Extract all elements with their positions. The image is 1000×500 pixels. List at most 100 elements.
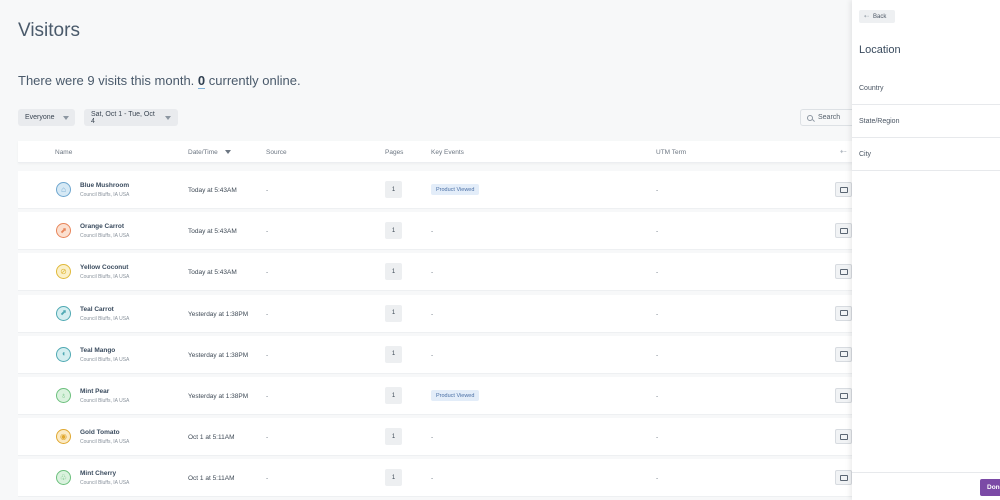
visit-source: - bbox=[266, 475, 269, 483]
column-header-date[interactable]: Date/Time bbox=[188, 149, 231, 156]
visit-datetime: Oct 1 at 5:11AM bbox=[188, 475, 235, 483]
coconut-icon: ⊘ bbox=[56, 264, 71, 280]
arrow-left-icon[interactable]: ⇠ bbox=[840, 147, 847, 156]
page-count: 1 bbox=[385, 263, 402, 281]
visit-datetime: Today at 5:43AM bbox=[188, 187, 237, 194]
search-input[interactable]: Search bbox=[800, 109, 855, 126]
visitor-location: Council Bluffs, IA USA bbox=[80, 233, 130, 240]
summary-suffix: currently online. bbox=[208, 73, 301, 88]
id-card-icon bbox=[839, 227, 848, 234]
view-profile-button[interactable] bbox=[835, 264, 852, 280]
id-card-icon bbox=[839, 474, 848, 481]
utm-term: - bbox=[656, 310, 659, 318]
key-event-badge: Product Viewed bbox=[431, 184, 480, 195]
mushroom-icon: ⌂ bbox=[56, 182, 71, 197]
date-range-dropdown[interactable]: Sat, Oct 1 - Tue, Oct 4 bbox=[84, 109, 178, 126]
visitor-location: Council Bluffs, IA USA bbox=[80, 192, 130, 198]
id-card-icon bbox=[839, 268, 848, 275]
visitor-location: Council Bluffs, IA USA bbox=[80, 480, 130, 487]
panel-footer: Done bbox=[852, 472, 1000, 500]
back-button-label: Back bbox=[873, 13, 887, 20]
visit-source: - bbox=[266, 434, 269, 442]
online-count[interactable]: 0 bbox=[197, 73, 206, 89]
panel-item-state-region[interactable]: State/Region bbox=[852, 105, 1000, 138]
utm-term: - bbox=[656, 228, 659, 236]
page-count: 1 bbox=[385, 428, 402, 446]
key-event-badge: Product Viewed bbox=[431, 390, 480, 401]
page-count: 1 bbox=[385, 469, 402, 487]
arrow-left-icon: ⇠ bbox=[864, 14, 870, 20]
view-profile-button[interactable] bbox=[835, 223, 852, 239]
search-placeholder: Search bbox=[818, 114, 841, 121]
segment-filter-label: Everyone bbox=[25, 114, 55, 121]
panel-item-city[interactable]: City bbox=[852, 138, 1000, 171]
view-profile-button[interactable] bbox=[835, 182, 852, 197]
visitor-location: Council Bluffs, IA USA bbox=[80, 356, 130, 363]
page-title: Visitors bbox=[18, 20, 80, 41]
visitor-name[interactable]: Blue Mushroom bbox=[80, 182, 129, 189]
visitor-location: Council Bluffs, IA USA bbox=[80, 315, 130, 322]
panel-title: Location bbox=[859, 44, 901, 56]
utm-term: - bbox=[656, 187, 659, 194]
column-header-key-events[interactable]: Key Events bbox=[431, 149, 464, 156]
summary-prefix: There were 9 visits this month. bbox=[18, 73, 195, 88]
back-button[interactable]: ⇠ Back bbox=[859, 10, 895, 23]
visit-source: - bbox=[266, 310, 269, 318]
done-button[interactable]: Done bbox=[980, 479, 1000, 496]
utm-term: - bbox=[656, 269, 659, 277]
table-row[interactable]: ⊘ Yellow Coconut Council Bluffs, IA USA … bbox=[18, 253, 858, 292]
table-row[interactable]: ♁ Mint Pear Council Bluffs, IA USA Yeste… bbox=[18, 377, 858, 415]
utm-term: - bbox=[656, 475, 659, 483]
key-event: - bbox=[431, 351, 434, 359]
visitor-name[interactable]: Orange Carrot bbox=[80, 223, 124, 230]
utm-term: - bbox=[656, 393, 659, 400]
view-profile-button[interactable] bbox=[835, 346, 852, 362]
table-row[interactable]: ◖ Teal Mango Council Bluffs, IA USA Yest… bbox=[18, 335, 858, 374]
visit-source: - bbox=[266, 393, 269, 400]
visit-source: - bbox=[266, 228, 269, 236]
table-row[interactable]: ◉ Gold Tomato Council Bluffs, IA USA Oct… bbox=[18, 418, 858, 457]
visitor-name[interactable]: Mint Cherry bbox=[80, 470, 116, 477]
sort-descending-icon bbox=[224, 150, 231, 155]
visit-datetime: Today at 5:43AM bbox=[188, 269, 237, 277]
visit-datetime: Today at 5:43AM bbox=[188, 228, 237, 236]
segment-filter-dropdown[interactable]: Everyone bbox=[18, 109, 75, 126]
view-profile-button[interactable] bbox=[835, 305, 852, 321]
carrot-icon: ⬈ bbox=[56, 223, 71, 239]
view-profile-button[interactable] bbox=[835, 388, 852, 403]
tomato-icon: ◉ bbox=[56, 429, 71, 445]
table-row[interactable]: ⌂ Blue Mushroom Council Bluffs, IA USA T… bbox=[18, 171, 858, 209]
date-range-label: Sat, Oct 1 - Tue, Oct 4 bbox=[91, 110, 155, 125]
visitor-name[interactable]: Gold Tomato bbox=[80, 429, 120, 436]
column-header-utm-term[interactable]: UTM Term bbox=[656, 149, 686, 156]
mango-icon: ◖ bbox=[56, 346, 71, 362]
column-header-pages[interactable]: Pages bbox=[385, 149, 403, 156]
visit-source: - bbox=[266, 187, 269, 194]
location-filter-panel: ⇠ Back Location Country State/Region Cit… bbox=[852, 0, 1000, 500]
chevron-down-icon bbox=[62, 115, 69, 120]
visitor-name[interactable]: Yellow Coconut bbox=[80, 264, 128, 271]
visitor-name[interactable]: Mint Pear bbox=[80, 388, 109, 395]
table-row[interactable]: ⬈ Orange Carrot Council Bluffs, IA USA T… bbox=[18, 212, 858, 251]
panel-item-country[interactable]: Country bbox=[852, 72, 1000, 105]
view-profile-button[interactable] bbox=[835, 470, 852, 486]
id-card-icon bbox=[839, 433, 848, 440]
table-row[interactable]: ⬈ Teal Carrot Council Bluffs, IA USA Yes… bbox=[18, 294, 858, 333]
cherry-icon: ♧ bbox=[56, 470, 71, 486]
visit-source: - bbox=[266, 269, 269, 277]
visitor-name[interactable]: Teal Mango bbox=[80, 347, 115, 354]
key-event: - bbox=[431, 310, 434, 318]
id-card-icon bbox=[839, 351, 848, 358]
visitor-name[interactable]: Teal Carrot bbox=[80, 306, 114, 313]
column-header-source[interactable]: Source bbox=[266, 149, 287, 156]
page-count: 1 bbox=[385, 345, 402, 363]
view-profile-button[interactable] bbox=[835, 429, 852, 445]
visitor-location: Council Bluffs, IA USA bbox=[80, 274, 130, 281]
visitor-location: Council Bluffs, IA USA bbox=[80, 439, 130, 446]
pear-icon: ♁ bbox=[56, 388, 71, 403]
visit-datetime: Yesterday at 1:38PM bbox=[188, 393, 249, 400]
search-icon bbox=[807, 114, 813, 121]
column-header-name[interactable]: Name bbox=[55, 149, 72, 156]
table-row[interactable]: ♧ Mint Cherry Council Bluffs, IA USA Oct… bbox=[18, 459, 858, 498]
id-card-icon bbox=[839, 392, 848, 399]
